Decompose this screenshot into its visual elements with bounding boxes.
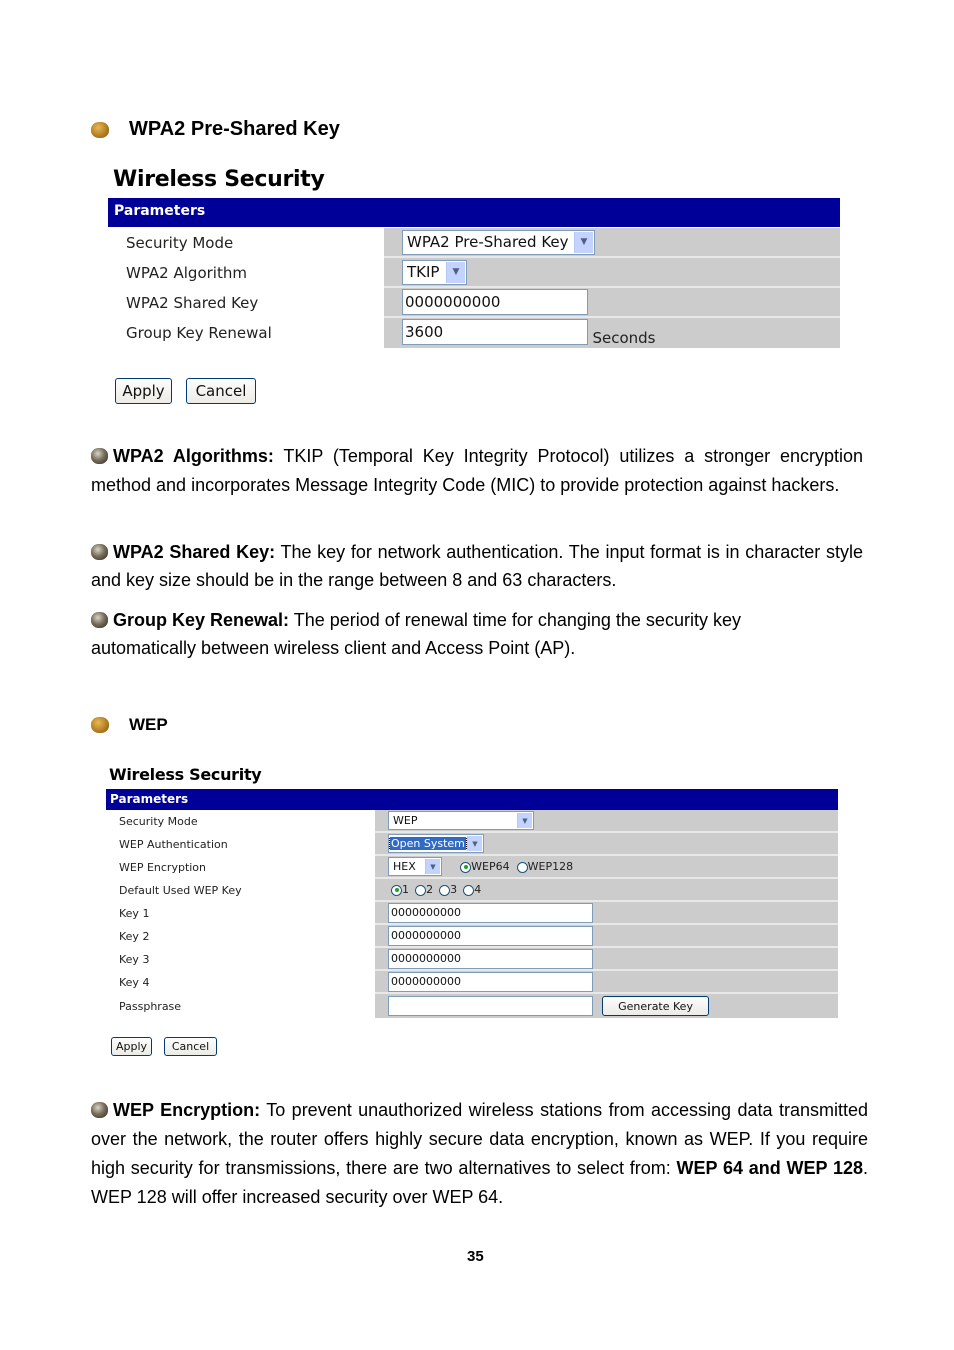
apply-button[interactable]: Apply [115,378,172,404]
label-security-mode: Security Mode [126,234,234,252]
bullet-icon [91,448,108,464]
radio-wep128-label: WEP128 [527,860,574,873]
row-default-wep-key: Default Used WEP Key 1 2 3 4 [106,879,838,902]
section-heading-text: WPA2 Pre-Shared Key [129,118,340,140]
radio-wep64[interactable] [460,861,472,873]
description-wpa2-shared-key: WPA2 Shared Key: The key for network aut… [91,538,863,594]
parameters-bar: Parameters [108,198,840,227]
label-passphrase: Passphrase [119,999,182,1013]
group-key-renewal-input[interactable]: 3600 [402,319,588,345]
row-wep-authentication: WEP Authentication Open System ▼ [106,833,838,856]
row-key-3: Key 3 0000000000 [106,948,838,971]
panel-title: Wireless Security [113,167,325,192]
description-term: WPA2 Algorithms: [113,446,274,466]
description-group-key-renewal: Group Key Renewal: The period of renewal… [91,606,791,662]
bullet-icon [91,717,109,733]
wpa2-algorithm-select[interactable]: TKIP ▼ [402,259,467,285]
row-wpa2-shared-key: WPA2 Shared Key 0000000000 [108,288,840,318]
description-term: WEP Encryption: [113,1100,261,1120]
parameters-bar: Parameters [106,789,838,810]
label-wpa2-shared-key: WPA2 Shared Key [126,294,259,312]
security-mode-select[interactable]: WEP ▼ [388,811,534,830]
row-key-2: Key 2 0000000000 [106,925,838,948]
wep-authentication-select[interactable]: Open System ▼ [388,834,484,853]
bullet-icon [91,121,109,138]
generate-key-button[interactable]: Generate Key [602,996,710,1016]
apply-button[interactable]: Apply [111,1037,152,1056]
chevron-down-icon: ▼ [467,836,482,851]
section-heading-text: WEP [129,715,168,734]
row-group-key-renewal: Group Key Renewal 3600 Seconds [108,318,840,348]
chevron-down-icon: ▼ [425,859,440,874]
row-security-mode: Security Mode WEP ▼ [106,810,838,833]
key-4-input[interactable]: 0000000000 [388,971,593,992]
chevron-down-icon: ▼ [446,261,465,283]
row-key-4: Key 4 0000000000 [106,971,838,994]
cancel-button[interactable]: Cancel [164,1037,217,1056]
row-key-1: Key 1 0000000000 [106,902,838,925]
label-security-mode: Security Mode [119,815,198,828]
row-wep-encryption: WEP Encryption HEX ▼ WEP64 WEP128 [106,856,838,879]
label-key-4: Key 4 [119,976,150,989]
description-emphasis: WEP 64 and WEP 128 [676,1158,863,1178]
bullet-icon [91,612,108,628]
description-term: Group Key Renewal: [113,610,290,630]
radio-key-1[interactable] [391,884,402,896]
radio-key-2[interactable] [415,884,427,896]
row-wpa2-algorithm: WPA2 Algorithm TKIP ▼ [108,258,840,288]
description-wpa2-algorithms: WPA2 Algorithms: TKIP (Temporal Key Inte… [91,442,863,500]
key-1-input[interactable]: 0000000000 [388,902,593,923]
description-wep-encryption: WEP Encryption: To prevent unauthorized … [91,1096,868,1212]
seconds-unit-label: Seconds [592,329,656,347]
label-wep-authentication: WEP Authentication [119,838,228,851]
label-key-3: Key 3 [119,953,150,966]
bullet-icon [91,544,108,560]
radio-key-3[interactable] [439,884,451,896]
radio-wep128[interactable] [516,861,528,873]
passphrase-input[interactable] [388,996,593,1016]
row-security-mode: Security Mode WPA2 Pre-Shared Key ▼ [108,228,840,258]
wpa2-shared-key-input[interactable]: 0000000000 [402,289,588,315]
panel-title: Wireless Security [109,765,262,784]
description-term: WPA2 Shared Key: [113,542,276,562]
chevron-down-icon: ▼ [574,231,593,253]
label-key-1: Key 1 [119,907,150,920]
chevron-down-icon: ▼ [517,813,532,828]
wep-parameters-table: Security Mode WEP ▼ WEP Authentication O… [106,810,838,1018]
cancel-button[interactable]: Cancel [186,378,256,404]
label-group-key-renewal: Group Key Renewal [126,324,272,342]
label-wpa2-algorithm: WPA2 Algorithm [126,264,247,282]
security-mode-select[interactable]: WPA2 Pre-Shared Key ▼ [402,229,595,255]
row-passphrase: Passphrase Generate Key [106,994,838,1018]
page-number: 35 [467,1248,484,1265]
label-wep-encryption: WEP Encryption [119,861,207,874]
label-default-wep-key: Default Used WEP Key [119,884,242,897]
wpa2-parameters-table: Security Mode WPA2 Pre-Shared Key ▼ WPA2… [108,228,840,348]
key-2-input[interactable]: 0000000000 [388,925,593,946]
radio-key-4[interactable] [463,884,475,896]
section-heading-wpa2: WPA2 Pre-Shared Key [91,118,340,141]
key-format-select[interactable]: HEX ▼ [388,857,442,876]
key-3-input[interactable]: 0000000000 [388,948,593,969]
label-key-2: Key 2 [119,930,150,943]
section-heading-wep: WEP [91,715,168,735]
bullet-icon [91,1102,108,1118]
radio-wep64-label: WEP64 [471,860,510,873]
